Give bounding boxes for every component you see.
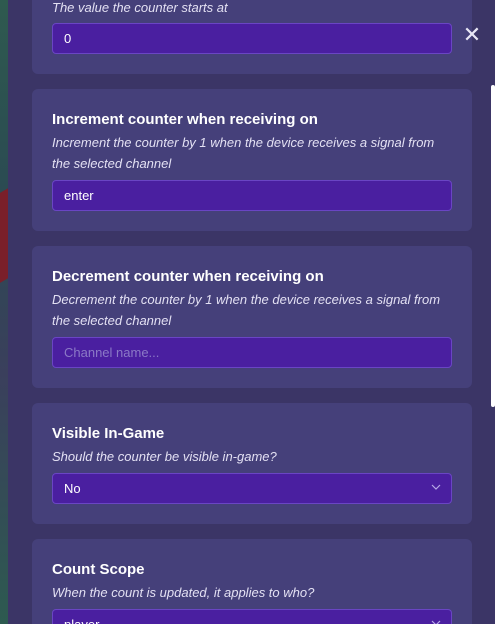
close-button[interactable]: ✕ — [461, 24, 483, 46]
visible-select-value: No — [64, 481, 81, 496]
visible-description: Should the counter be visible in-game? — [52, 449, 277, 464]
decrement-title: Decrement counter when receiving on — [52, 268, 324, 285]
visible-select[interactable]: No — [52, 473, 452, 504]
game-background — [0, 0, 8, 624]
chevron-down-icon — [431, 618, 441, 624]
increment-card: Increment counter when receiving on Incr… — [32, 89, 472, 231]
visible-title: Visible In-Game — [52, 425, 165, 442]
count-scope-select[interactable]: player — [52, 609, 452, 624]
start-value-card: The value the counter starts at 0 — [32, 0, 472, 74]
visible-card: Visible In-Game Should the counter be vi… — [32, 403, 472, 524]
scrollbar[interactable] — [491, 85, 495, 407]
settings-panel: The value the counter starts at 0 Increm… — [8, 0, 495, 624]
count-scope-description: When the count is updated, it applies to… — [52, 585, 315, 600]
start-value-input[interactable]: 0 — [52, 23, 452, 54]
count-scope-title: Count Scope — [52, 561, 145, 578]
count-scope-select-value: player — [64, 617, 99, 624]
increment-title: Increment counter when receiving on — [52, 111, 318, 128]
decrement-channel-input[interactable]: Channel name... — [52, 337, 452, 368]
increment-channel-input[interactable]: enter — [52, 180, 452, 211]
close-icon: ✕ — [462, 22, 482, 47]
count-scope-card: Count Scope When the count is updated, i… — [32, 539, 472, 624]
start-value-description: The value the counter starts at — [52, 0, 228, 15]
increment-description: Increment the counter by 1 when the devi… — [52, 135, 435, 171]
decrement-card: Decrement counter when receiving on Decr… — [32, 246, 472, 388]
decrement-description: Decrement the counter by 1 when the devi… — [52, 292, 441, 328]
chevron-down-icon — [431, 482, 441, 492]
